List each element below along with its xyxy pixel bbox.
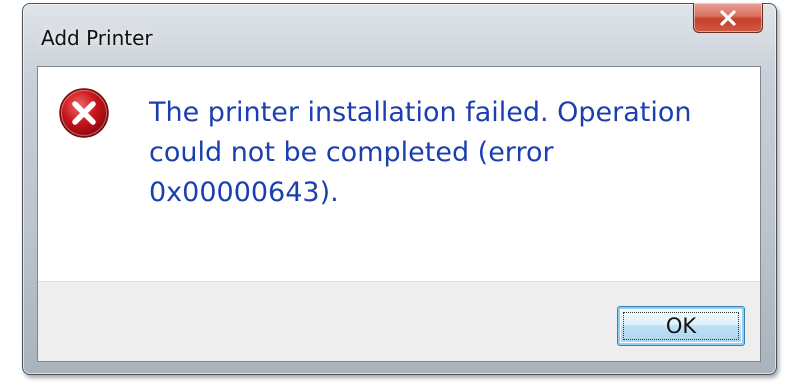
title-bar[interactable]: Add Printer — [23, 3, 776, 66]
message-area: The printer installation failed. Operati… — [38, 67, 760, 281]
ok-button[interactable]: OK — [617, 306, 745, 346]
close-button[interactable] — [693, 3, 763, 33]
error-message: The printer installation failed. Operati… — [149, 97, 692, 208]
error-icon — [59, 88, 109, 138]
button-bar: OK — [38, 281, 760, 361]
close-icon — [720, 9, 736, 26]
add-printer-dialog: Add Printer The printer installation fai… — [22, 3, 777, 375]
window-title: Add Printer — [41, 26, 153, 50]
dialog-client-area: The printer installation failed. Operati… — [37, 66, 761, 362]
